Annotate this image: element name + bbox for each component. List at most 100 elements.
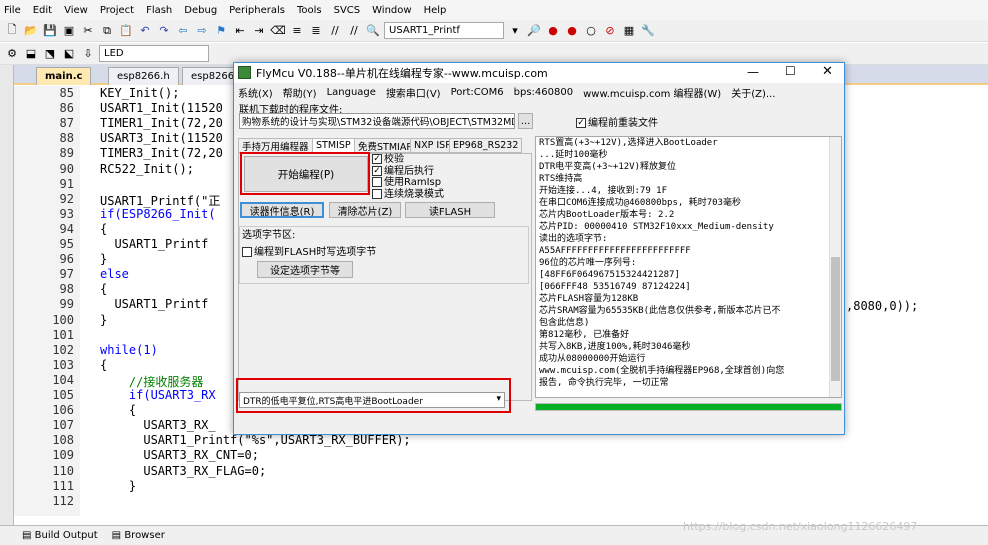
line-number: 90 [59,161,74,176]
find-icon[interactable]: 🔎 [526,23,542,39]
rebuild-icon[interactable]: ⬔ [42,46,58,62]
maximize-icon[interactable]: ☐ [785,64,796,78]
minimize-icon[interactable]: — [747,65,759,79]
breakpoint-icon[interactable]: ● [564,23,580,39]
ide-menu-bar: File Edit View Project Flash Debug Peripherals… [0,0,988,20]
code-line: { [100,403,137,418]
flymcu-menu-item[interactable]: www.mcuisp.com 编程器(W) [583,85,721,100]
flymcu-menu-item[interactable]: 关于(Z)... [731,85,775,100]
translate-icon[interactable]: ⚙ [4,46,20,62]
debug-start-icon[interactable]: ● [545,23,561,39]
checkbox-icon [372,177,382,187]
open-icon[interactable]: 📂 [23,23,39,39]
read-flash-button[interactable]: 读FLASH [405,202,495,218]
code-line: USART3_RX_FLAG=0; [100,463,267,478]
project-panel-strip[interactable] [0,65,14,525]
tab-stmiap[interactable]: 免费STMIAP [354,138,417,153]
menu-edit[interactable]: Edit [33,5,52,16]
tab-esp8266-h[interactable]: esp8266.h [108,67,179,85]
opt-verify[interactable]: ✓ 校验 [372,154,444,166]
find-in-files-icon[interactable]: 🔍 [365,23,381,39]
menu-view[interactable]: View [64,5,88,16]
save-all-icon[interactable]: ▣ [61,23,77,39]
write-option-checkbox[interactable]: 编程到FLASH时写选项字节 [242,243,376,258]
browser-tab[interactable]: ▤ Browser [112,530,165,541]
highlight-boot-select [236,378,511,413]
cut-icon[interactable]: ✂ [80,23,96,39]
menu-peripherals[interactable]: Peripherals [229,5,285,16]
bookmark-icon[interactable]: ⚑ [213,23,229,39]
flymcu-menu-item[interactable]: 搜索串口(V) [386,85,441,100]
check-icon: ✓ [372,154,382,164]
kill-bp-icon[interactable]: ⊘ [602,23,618,39]
indent-icon[interactable]: ≡ [289,23,305,39]
comment-icon[interactable]: // [327,23,343,39]
forward-icon[interactable]: ⇨ [194,23,210,39]
prev-bookmark-icon[interactable]: ⇤ [232,23,248,39]
code-line: if(ESP8266_Init( [100,206,216,221]
back-icon[interactable]: ⇦ [175,23,191,39]
target-combo[interactable]: LED [99,45,209,62]
menu-file[interactable]: File [4,5,21,16]
opt-continuous[interactable]: 连续烧录模式 [372,188,444,201]
paste-icon[interactable]: 📋 [118,23,134,39]
scrollbar-thumb[interactable] [831,257,840,381]
erase-chip-button[interactable]: 清除芯片(Z) [329,202,401,218]
flymcu-menu-item[interactable]: 系统(X) [238,85,273,100]
clear-bookmarks-icon[interactable]: ⌫ [270,23,286,39]
log-line: 报告, 命令执行完毕, 一切正常 [539,378,669,388]
copy-icon[interactable]: ⧉ [99,23,115,39]
flymcu-menu-item[interactable]: 帮助(Y) [283,85,317,100]
undo-icon[interactable]: ↶ [137,23,153,39]
next-bookmark-icon[interactable]: ⇥ [251,23,267,39]
flymcu-menu-item[interactable]: Port:COM6 [451,87,504,98]
menu-flash[interactable]: Flash [146,5,172,16]
disable-bp-icon[interactable]: ○ [583,23,599,39]
log-line: 芯片SRAM容量为65535KB(此信息仅供参考,新版本芯片已不 [539,306,781,316]
close-icon[interactable]: ✕ [822,64,833,79]
new-file-icon[interactable]: 🗋 [4,23,20,39]
save-icon[interactable]: 💾 [42,23,58,39]
reload-checkbox[interactable]: ✓ 编程前重装文件 [576,114,658,129]
file-path-input[interactable]: 购物系统的设计与实现\STM32设备端源代码\OBJECT\STM32MD.he… [239,113,515,129]
combo-arrow-icon[interactable]: ▾ [507,23,523,39]
log-line: RTS维持高 [539,174,583,184]
code-line: TIMER3_Init(72,20 [100,146,223,161]
uncomment-icon[interactable]: // [346,23,362,39]
line-number: 98 [59,282,74,297]
browse-button[interactable]: ... [518,113,533,129]
flymcu-menu-item[interactable]: Language [327,87,376,98]
log-output[interactable]: RTS置高(+3~+12V),选择进入BootLoader ...延时100毫秒 D… [535,136,842,398]
opt-run-after[interactable]: ✓ 编程后执行 [372,165,444,178]
opt-ramisp[interactable]: 使用RamIsp [372,177,444,189]
flymcu-menu-item[interactable]: bps:460800 [514,87,573,98]
line-number: 111 [52,478,74,493]
menu-help[interactable]: Help [424,5,447,16]
code-line: } [100,252,108,267]
tab-ep968[interactable]: EP968_RS232 [449,138,523,153]
build-output-tab[interactable]: ▤ Build Output [22,530,98,541]
menu-debug[interactable]: Debug [184,5,217,16]
batch-build-icon[interactable]: ⬕ [61,46,77,62]
read-info-button[interactable]: 读器件信息(R) [240,202,324,218]
line-number: 94 [59,221,74,236]
function-combo[interactable]: USART1_Printf [384,22,504,39]
window-layout-icon[interactable]: ▦ [621,23,637,39]
load-icon[interactable]: ⇩ [80,46,96,62]
tab-stmisp[interactable]: STMISP [312,138,355,153]
menu-svcs[interactable]: SVCS [334,5,361,16]
build-icon[interactable]: ⬓ [23,46,39,62]
set-option-bytes-button[interactable]: 设定选项字节等 [257,261,353,278]
tab-main-c[interactable]: main.c [36,67,92,85]
outdent-icon[interactable]: ≣ [308,23,324,39]
config-icon[interactable]: 🔧 [640,23,656,39]
check-icon: ✓ [372,165,382,176]
redo-icon[interactable]: ↷ [156,23,172,39]
code-line: USART1_Printf("%s",USART3_RX_BUFFER); [100,433,411,448]
menu-window[interactable]: Window [372,5,411,16]
menu-project[interactable]: Project [100,5,134,16]
code-line: USART1_Printf [100,237,209,251]
log-scrollbar[interactable] [829,137,841,397]
tab-handheld[interactable]: 手持万用编程器 [238,138,313,153]
menu-tools[interactable]: Tools [297,5,322,16]
